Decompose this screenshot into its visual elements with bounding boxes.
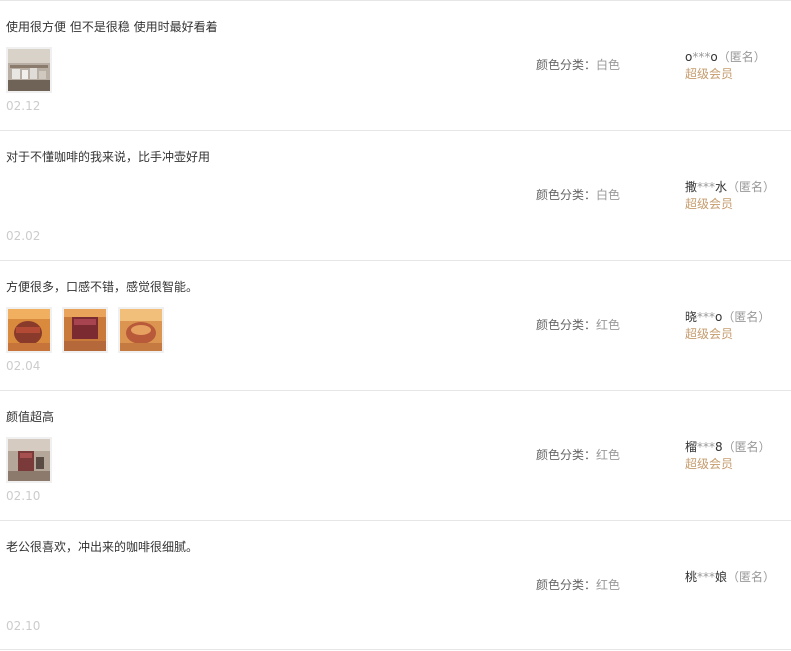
reviewer-name: 桃***娘 [685, 570, 727, 584]
review-text: 使用很方便 但不是很稳 使用时最好看着 [6, 20, 218, 34]
anonymous-tag: （匿名） [722, 310, 771, 324]
reviewer-name: 晓***o [685, 310, 722, 324]
review-date: 02.10 [6, 619, 41, 633]
coffee-photo [120, 309, 162, 351]
review-item: 颜值超高 02.10 颜色分类：红色 榴***8（匿名） 超级会员 [0, 390, 791, 520]
sku-info: 颜色分类：白色 [536, 57, 620, 73]
review-date: 02.10 [6, 489, 41, 503]
anonymous-tag: （匿名） [722, 440, 771, 454]
review-list: 使用很方便 但不是很稳 使用时最好看着 02.12 颜色分类：白色 o***o（… [0, 0, 791, 651]
anonymous-tag: （匿名） [727, 180, 776, 194]
red-machine-photo [8, 439, 50, 481]
coffee-photo [64, 309, 106, 351]
reviewer-name-start: 榴 [685, 440, 698, 454]
review-text: 对于不懂咖啡的我来说，比手冲壶好用 [6, 150, 211, 164]
review-date: 02.02 [6, 229, 41, 243]
kitchen-shelf-photo [8, 49, 50, 91]
anonymous-tag: （匿名） [727, 570, 776, 584]
review-item: 使用很方便 但不是很稳 使用时最好看着 02.12 颜色分类：白色 o***o（… [0, 0, 791, 130]
review-photo-thumbnail[interactable] [118, 307, 164, 353]
review-item: 老公很喜欢，冲出来的咖啡很细腻。 02.10 颜色分类：红色 桃***娘（匿名） [0, 520, 791, 650]
reviewer-name-start: 晓 [685, 310, 698, 324]
reviewer-name-mask: *** [692, 50, 711, 64]
sku-info: 颜色分类：红色 [536, 317, 620, 333]
sku-label: 颜色分类： [536, 318, 597, 332]
reviewer-name-start: 撒 [685, 180, 698, 194]
review-photo-thumbnail[interactable] [6, 437, 52, 483]
reviewer-name-start: 桃 [685, 570, 698, 584]
reviewer: 撒***水（匿名） 超级会员 [685, 179, 775, 213]
review-text: 颜值超高 [6, 410, 55, 424]
review-photo-thumbnail[interactable] [6, 47, 52, 93]
vip-badge: 超级会员 [685, 327, 734, 341]
sku-info: 颜色分类：白色 [536, 187, 620, 203]
vip-badge: 超级会员 [685, 67, 734, 81]
anonymous-tag: （匿名） [717, 50, 766, 64]
reviewer-name-end: o [710, 50, 718, 64]
reviewer-name: o***o [685, 50, 718, 64]
reviewer-name-mask: *** [697, 570, 716, 584]
reviewer: o***o（匿名） 超级会员 [685, 49, 766, 83]
sku-value: 白色 [596, 188, 621, 202]
reviewer-name-mask: *** [697, 440, 716, 454]
sku-value: 红色 [596, 578, 621, 592]
sku-label: 颜色分类： [536, 58, 597, 72]
coffee-photo [8, 309, 50, 351]
reviewer-name-mask: *** [697, 310, 716, 324]
reviewer-name-mask: *** [697, 180, 716, 194]
reviewer-name-end: 水 [715, 180, 728, 194]
review-text: 方便很多，口感不错，感觉很智能。 [6, 280, 199, 294]
reviewer-name: 撒***水 [685, 180, 727, 194]
review-date: 02.12 [6, 99, 41, 113]
reviewer-name-end: 8 [715, 440, 723, 454]
reviewer: 晓***o（匿名） 超级会员 [685, 309, 770, 343]
vip-badge: 超级会员 [685, 457, 734, 471]
reviewer: 桃***娘（匿名） [685, 569, 775, 586]
reviewer: 榴***8（匿名） 超级会员 [685, 439, 771, 473]
sku-label: 颜色分类： [536, 578, 597, 592]
sku-info: 颜色分类：红色 [536, 577, 620, 593]
reviewer-name-end: 娘 [715, 570, 728, 584]
review-date: 02.04 [6, 359, 41, 373]
sku-value: 红色 [596, 318, 621, 332]
vip-badge: 超级会员 [685, 197, 734, 211]
review-text: 老公很喜欢，冲出来的咖啡很细腻。 [6, 540, 199, 554]
sku-info: 颜色分类：红色 [536, 447, 620, 463]
sku-value: 白色 [596, 58, 621, 72]
sku-label: 颜色分类： [536, 448, 597, 462]
review-item: 对于不懂咖啡的我来说，比手冲壶好用 02.02 颜色分类：白色 撒***水（匿名… [0, 130, 791, 260]
review-photo-thumbnail[interactable] [6, 307, 52, 353]
reviewer-name: 榴***8 [685, 440, 723, 454]
sku-label: 颜色分类： [536, 188, 597, 202]
review-item: 方便很多，口感不错，感觉很智能。 02.04 颜色分类：红色 晓***o（匿名）… [0, 260, 791, 390]
sku-value: 红色 [596, 448, 621, 462]
review-photo-thumbnail[interactable] [62, 307, 108, 353]
